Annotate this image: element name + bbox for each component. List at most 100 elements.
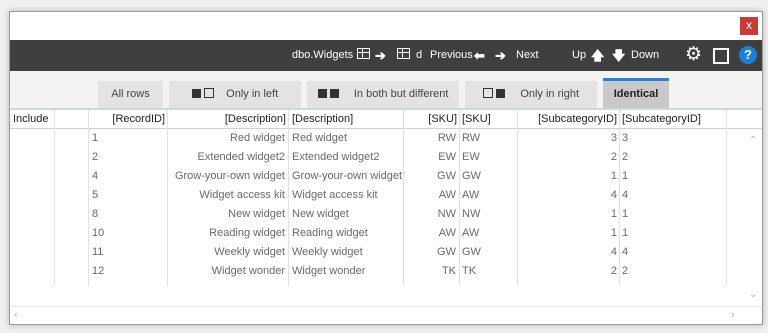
tab-only-in-left[interactable]: Only in left [169,81,301,108]
column-header-subcategory-left[interactable]: [SubcategoryID] [530,110,617,128]
scroll-down-icon[interactable]: ⌄ [749,289,757,300]
cell-recordid: 12 [92,265,105,277]
cell-description-left: Weekly widget [214,246,285,258]
scroll-left-icon[interactable]: ‹ [14,309,18,321]
table-row[interactable]: 12 Widget wonder Widget wonder TK TK 2 2 [10,262,744,281]
cell-sku-right: EW [462,151,480,163]
cell-subcategory-left: 4 [610,189,617,201]
cell-subcategory-left: 2 [610,265,617,277]
arrow-right-icon[interactable]: ➔ [495,40,506,71]
grid-icon[interactable] [357,40,370,71]
cell-sku-right: AW [462,227,480,239]
table-row[interactable]: 5 Widget access kit Widget access kit AW… [10,186,744,205]
cell-subcategory-right: 2 [622,151,629,163]
down-button[interactable]: Down [631,40,659,71]
filled-square-icon [329,89,339,98]
tab-only-in-right[interactable]: Only in right [465,81,597,108]
gear-icon[interactable]: ⚙ [685,45,702,65]
column-header-include[interactable]: Include [13,110,48,128]
cell-subcategory-right: 4 [622,189,629,201]
cell-sku-left: GW [437,246,456,258]
cell-recordid: 4 [92,170,99,182]
cell-sku-left: AW [438,227,456,239]
cell-description-right: Widget wonder [292,265,366,277]
grid-icon[interactable] [397,40,410,71]
title-bar: x [10,12,762,40]
arrow-down-icon[interactable]: 🡇 [612,40,625,71]
cell-subcategory-right: 1 [622,227,629,239]
cell-description-left: Red widget [229,132,285,144]
next-button[interactable]: Next [516,40,539,71]
table-row[interactable]: 8 New widget New widget NW NW 1 1 [10,205,744,224]
cell-subcategory-right: 3 [622,132,629,144]
table-row[interactable]: 1 Red widget Red widget RW RW 3 3 [10,129,744,148]
tab-identical[interactable]: Identical [603,78,669,108]
cell-description-left: Widget wonder [211,265,285,277]
cell-subcategory-right: 1 [622,208,629,220]
cell-description-right: Red widget [292,132,348,144]
column-header-subcategory-right[interactable]: [SubcategoryID] [622,110,701,128]
cell-subcategory-left: 1 [610,227,617,239]
arrow-left-icon[interactable]: ⬅ [474,40,485,71]
table-row[interactable]: 2 Extended widget2 Extended widget2 EW E… [10,148,744,167]
cell-recordid: 1 [92,132,99,144]
filter-tabs: All rows Only in left In both but differ… [10,71,762,110]
cell-subcategory-left: 1 [610,208,617,220]
cell-subcategory-left: 4 [610,246,617,258]
cell-recordid: 8 [92,208,99,220]
cell-description-right: Widget access kit [292,189,378,201]
tab-label: All rows [111,88,150,100]
help-icon[interactable]: ? [739,46,757,64]
arrow-up-icon[interactable]: 🡅 [591,40,604,71]
cell-description-right: Reading widget [292,227,368,239]
column-header-sku-right[interactable]: [SKU] [462,110,491,128]
cell-description-left: Reading widget [209,227,285,239]
tab-label: Only in right [520,88,580,100]
cell-subcategory-left: 1 [610,170,617,182]
tab-all-rows[interactable]: All rows [98,81,163,108]
table-row[interactable]: 11 Weekly widget Weekly widget GW GW 4 4 [10,243,744,262]
cell-description-right: Extended widget2 [292,151,380,163]
cell-sku-right: GW [462,246,481,258]
cell-recordid: 5 [92,189,99,201]
vertical-scrollbar[interactable]: ⌃ ⌄ [745,129,762,306]
grid-header: Include [RecordID] [Description] [Descri… [10,110,762,129]
tab-label: Identical [613,88,659,100]
column-header-recordid[interactable]: [RecordID] [90,110,165,128]
up-button[interactable]: Up [572,40,586,71]
cell-sku-right: TK [462,265,477,277]
cell-subcategory-left: 3 [610,132,617,144]
cell-sku-right: AW [462,189,480,201]
table-row[interactable]: 4 Grow-your-own widget Grow-your-own wid… [10,167,744,186]
cell-description-right: New widget [292,208,349,220]
horizontal-scrollbar[interactable]: ‹ › [10,306,762,324]
column-header-sku-left[interactable]: [SKU] [407,110,457,128]
table-row[interactable]: 10 Reading widget Reading widget AW AW 1… [10,224,744,243]
cell-subcategory-right: 1 [622,170,629,182]
tab-in-both-different[interactable]: In both but different [307,81,459,108]
d-label: d [416,49,423,61]
close-button[interactable]: x [740,17,758,35]
cell-recordid: 10 [92,227,105,239]
cell-sku-left: RW [437,132,456,144]
scroll-up-icon[interactable]: ⌃ [749,135,757,146]
cell-subcategory-right: 2 [622,265,629,277]
export-icon[interactable] [713,48,729,64]
cell-sku-left: AW [438,189,456,201]
cell-recordid: 2 [92,151,99,163]
cell-sku-right: RW [462,132,481,144]
column-header-description-right[interactable]: [Description] [292,110,353,128]
scroll-right-icon[interactable]: › [731,309,735,321]
filled-square-icon [496,89,506,98]
empty-square-icon [203,88,214,98]
arrow-right-icon[interactable]: ➔ [375,40,386,71]
cell-sku-right: NW [462,208,481,220]
tab-label: Only in left [226,88,279,100]
cell-recordid: 11 [92,246,104,258]
cell-description-right: Grow-your-own widget [292,170,403,182]
cell-sku-left: NW [437,208,456,220]
cell-sku-left: EW [438,151,456,163]
previous-button[interactable]: Previous [430,40,473,71]
filled-square-icon [317,89,327,98]
column-header-description-left[interactable]: [Description] [172,110,286,128]
